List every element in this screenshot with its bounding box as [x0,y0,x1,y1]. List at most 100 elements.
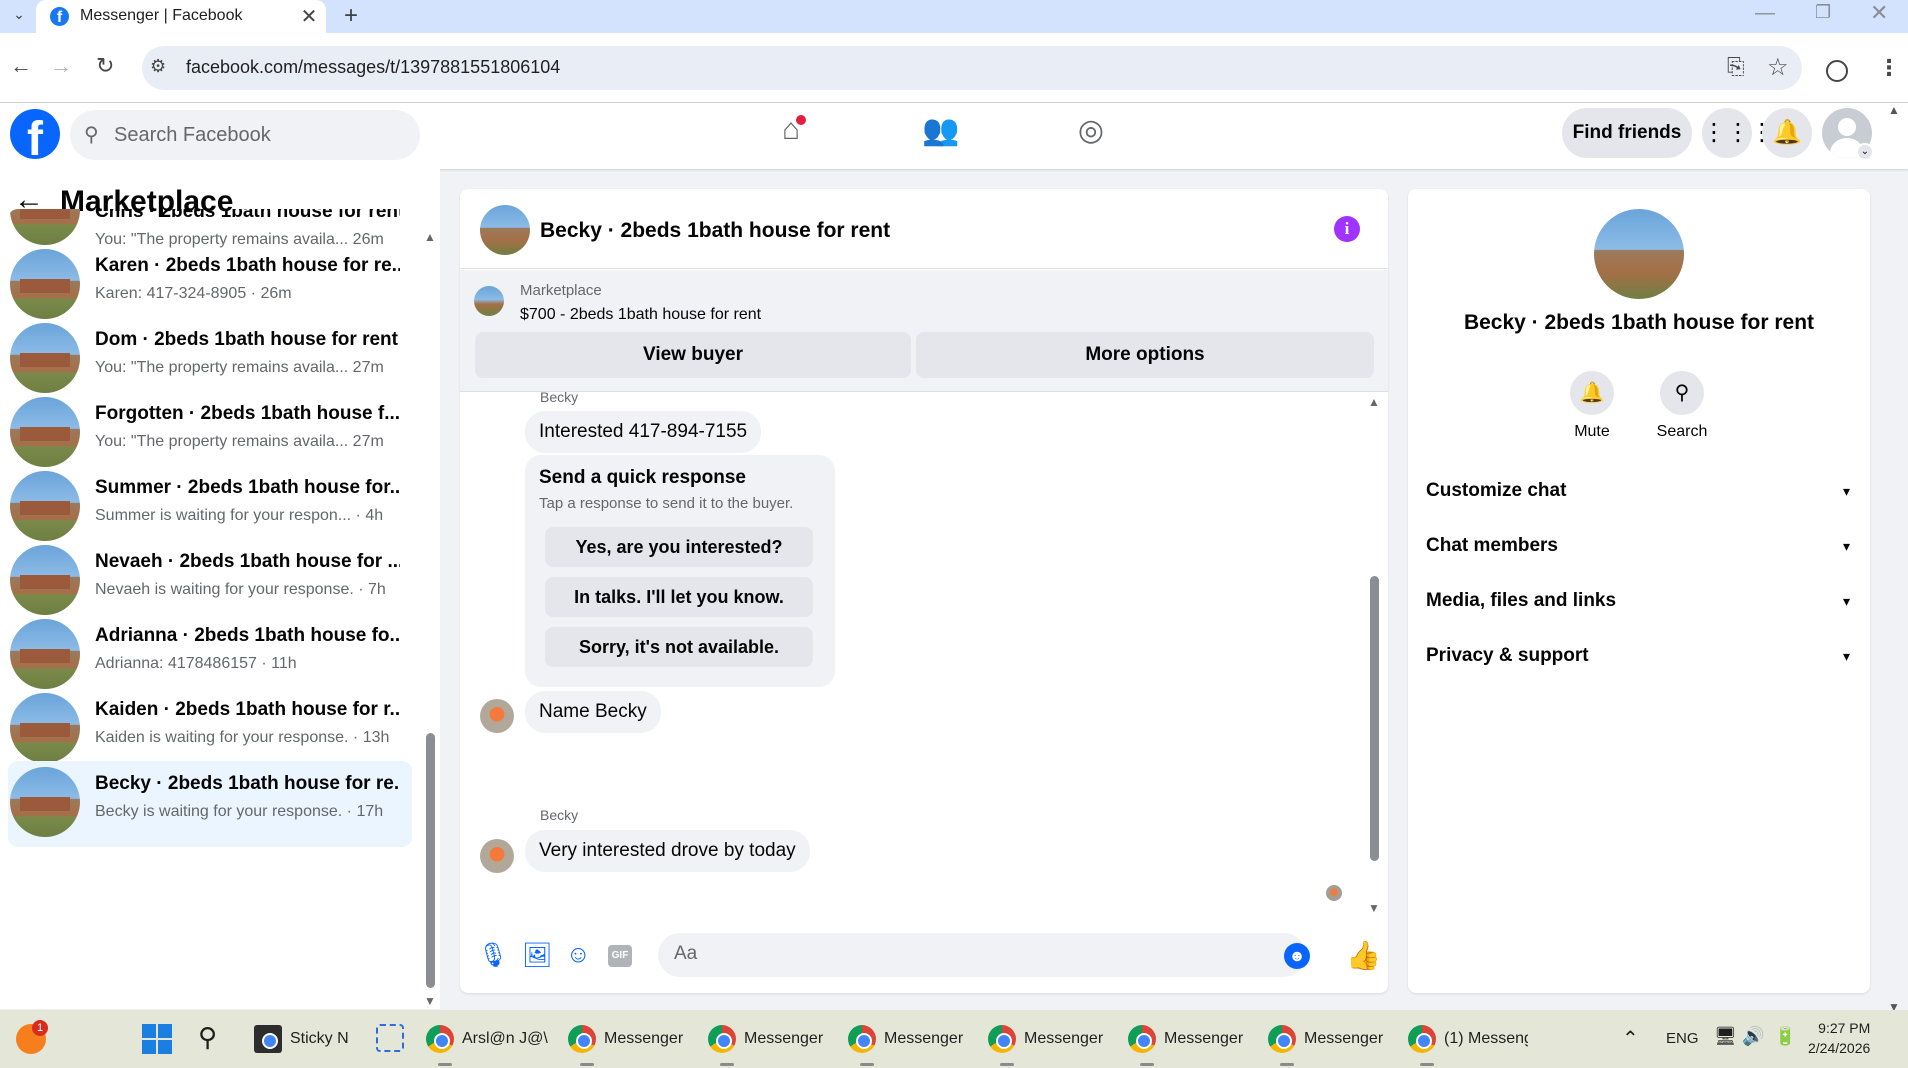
conversation-preview: Kaiden is waiting for your response. · 1… [95,729,390,746]
url-text[interactable]: facebook.com/messages/t/1397881551806104 [186,57,560,78]
close-tab-icon[interactable]: ✕ [298,4,320,29]
microphone-icon[interactable]: 🎙 [478,941,508,970]
message-input-placeholder: Aa [674,943,698,964]
sidebar-scrollbar[interactable] [426,733,435,988]
chat-profile-avatar[interactable] [1594,209,1684,299]
chevron-down-icon: ▾ [1842,648,1850,664]
taskbar-chrome-window[interactable]: Messenger [568,1010,683,1068]
find-friends-button[interactable]: Find friends [1562,108,1692,158]
section-label: Chat members [1426,535,1558,556]
search-icon[interactable]: ⚲ [1660,371,1704,415]
sidebar-scroll-down-icon[interactable]: ▼ [424,994,436,1008]
site-info-icon[interactable]: ⚙ [150,56,166,77]
browser-tab[interactable]: f Messenger | Facebook ✕ [36,0,326,33]
chevron-down-icon: ▾ [1842,483,1850,499]
taskbar-chrome-window[interactable]: Messenger [1128,1010,1243,1068]
chat-title[interactable]: Becky · 2beds 1bath house for rent [540,219,890,243]
forward-arrow-icon[interactable]: → [50,53,72,79]
page-scroll-up-icon[interactable]: ▲ [1888,103,1900,117]
reload-icon[interactable]: ↻ [96,53,114,79]
taskbar-label: Messenger [604,1030,684,1047]
install-app-icon[interactable]: ⎘ [1727,54,1745,80]
account-chevron-icon[interactable]: ⌄ [1856,143,1874,161]
chat-members-row[interactable]: Chat members ▾ [1426,524,1856,568]
omnibox[interactable]: ⚙ facebook.com/messages/t/13978815518061… [142,46,1802,90]
sender-avatar[interactable] [480,839,514,873]
sidebar-scroll-up-icon[interactable]: ▲ [424,230,436,244]
chat-scroll-down-icon[interactable]: ▼ [1368,901,1380,915]
gif-icon[interactable]: GIF [608,945,632,967]
emoji-icon[interactable]: ☻ [1284,943,1310,969]
conversation-avatar [10,471,80,541]
taskbar-chrome-window[interactable]: Messenger [848,1010,963,1068]
groups-icon[interactable]: ◎ [1066,113,1116,159]
chrome-profile-icon[interactable] [1826,60,1848,82]
message-bubble[interactable]: Name Becky [525,691,661,733]
show-hidden-icons-chevron-icon[interactable]: ⌃ [1622,1026,1639,1051]
taskbar-search-icon[interactable]: ⚲ [198,1022,217,1053]
taskbar-chrome-window[interactable]: Messenger [1268,1010,1383,1068]
listing-title[interactable]: $700 - 2beds 1bath house for rent [520,306,761,324]
taskbar-chrome-window[interactable]: Arsl@n J@\ [426,1010,548,1068]
search-input[interactable]: Search Facebook [114,124,271,147]
sender-avatar[interactable] [480,699,514,733]
chat-scroll-up-icon[interactable]: ▲ [1368,395,1380,409]
search-box[interactable]: ⚲ Search Facebook [70,110,420,160]
window-close-icon[interactable]: ✕ [1870,0,1888,26]
more-options-button[interactable]: More options [916,332,1374,378]
taskbar-label: Messenger [1304,1030,1384,1047]
running-indicator [580,1063,594,1066]
bookmark-star-icon[interactable]: ☆ [1767,53,1789,82]
windows-start-icon[interactable] [142,1024,172,1054]
quick-response-option[interactable]: Sorry, it's not available. [545,627,813,667]
address-toolbar: ← → ↻ ⚙ facebook.com/messages/t/13978815… [0,33,1908,103]
notifications-bell-icon[interactable]: 🔔 [1762,108,1812,158]
conversation-avatar [10,767,80,837]
back-arrow-icon[interactable]: ← [10,53,32,79]
volume-icon[interactable]: 🔊 [1742,1026,1764,1047]
language-indicator[interactable]: ENG [1666,1030,1699,1047]
thumbs-up-icon[interactable]: 👍 [1346,939,1381,972]
quick-response-option[interactable]: Yes, are you interested? [545,527,813,567]
running-indicator [720,1063,734,1066]
conversation-item-active[interactable]: Becky · 2beds 1bath house for re... Beck… [8,761,412,847]
chrome-icon [988,1024,1016,1053]
marketplace-listing-banner: Marketplace $700 - 2beds 1bath house for… [460,270,1388,392]
sticker-icon[interactable]: ☺ [566,941,591,969]
quick-response-option[interactable]: In talks. I'll let you know. [545,577,813,617]
taskbar-chrome-window[interactable]: Messenger [988,1010,1103,1068]
chat-info-title: Becky · 2beds 1bath house for rent [1463,311,1815,334]
mute-bell-icon[interactable]: 🔔 [1570,371,1614,415]
taskbar-sticky-notes[interactable]: Sticky N [254,1010,349,1068]
facebook-logo-icon[interactable]: f [10,109,60,159]
menu-grid-icon[interactable]: ⋮⋮⋮ [1702,108,1774,158]
privacy-support-row[interactable]: Privacy & support ▾ [1426,634,1856,678]
taskbar-chrome-window[interactable]: (1) Messeng [1408,1010,1528,1068]
maximize-icon[interactable]: ❐ [1815,2,1831,23]
photo-icon[interactable]: 🖼 [522,941,552,970]
chrome-menu-icon[interactable]: ⋮ [1878,55,1900,81]
chat-avatar[interactable] [480,205,530,255]
message-input[interactable]: Aa ☻ [658,933,1310,977]
home-icon[interactable]: ⌂ [766,113,816,159]
media-files-links-row[interactable]: Media, files and links ▾ [1426,579,1856,623]
new-tab-icon[interactable]: + [344,2,358,30]
info-icon[interactable]: i [1334,216,1360,242]
minimize-icon[interactable]: — [1755,2,1775,25]
message-bubble[interactable]: Interested 417-894-7155 [525,411,762,453]
tab-search-icon[interactable]: ⌄ [8,6,30,28]
view-buyer-button[interactable]: View buyer [475,332,911,378]
chat-scrollbar[interactable] [1370,576,1379,861]
quick-response-card: Send a quick response Tap a response to … [525,455,835,687]
conversation-name: Chris · 2beds 1bath house for rent [95,209,400,222]
snipping-tool-icon[interactable] [376,1024,404,1052]
network-icon[interactable]: 🖥 [1714,1026,1737,1047]
friends-icon[interactable]: 👥 [916,113,966,159]
taskbar-label: Messenger [884,1030,964,1047]
system-clock[interactable]: 9:27 PM 2/24/2026 [1808,1018,1870,1058]
message-bubble[interactable]: Very interested drove by today [525,830,810,872]
customize-chat-row[interactable]: Customize chat ▾ [1426,469,1856,513]
running-indicator [438,1063,452,1066]
battery-icon[interactable]: 🔋 [1774,1026,1796,1047]
taskbar-chrome-window[interactable]: Messenger [708,1010,823,1068]
